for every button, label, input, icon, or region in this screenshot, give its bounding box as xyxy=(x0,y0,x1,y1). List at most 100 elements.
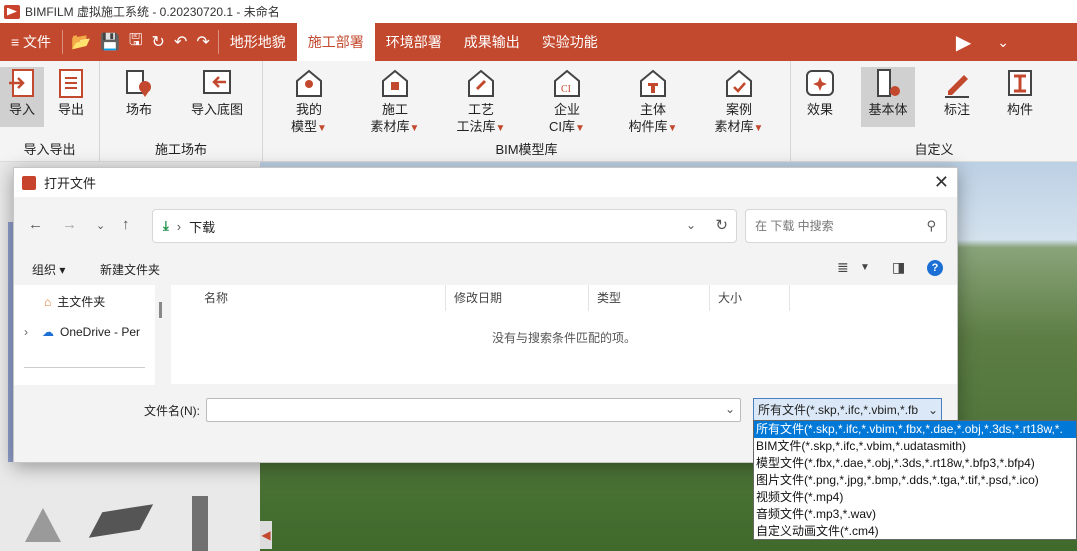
effect-label: 效果 xyxy=(806,102,833,117)
enterprise-ci-line2: CI库 xyxy=(549,119,576,134)
tab-construction-deploy[interactable]: 施工部署 xyxy=(296,23,375,61)
refresh-icon[interactable]: ↻ xyxy=(715,216,728,234)
primitive-shape-icon xyxy=(873,67,903,99)
play-icon[interactable]: ▶ xyxy=(956,30,971,55)
import-label: 导入 xyxy=(8,102,35,117)
my-models-line1: 我的 xyxy=(295,102,322,117)
column-type[interactable]: 类型 xyxy=(589,285,710,311)
annotate-label: 标注 xyxy=(943,102,970,117)
search-box[interactable]: ⚲ xyxy=(745,209,947,243)
close-icon[interactable]: ✕ xyxy=(934,172,949,193)
chevron-down-icon[interactable]: ⌄ xyxy=(997,34,1009,51)
import-basemap-label: 导入底图 xyxy=(190,102,243,117)
site-layout-button[interactable]: 场布 xyxy=(110,67,168,118)
tab-environment[interactable]: 环境部署 xyxy=(375,23,453,61)
preview-pane-icon[interactable]: ◨ xyxy=(892,259,905,276)
component-icon xyxy=(1005,67,1035,99)
address-bar[interactable]: ⤓ › 下载 ⌄ ↻ xyxy=(152,209,737,243)
forward-arrow-icon[interactable]: → xyxy=(62,216,77,233)
construction-material-line2: 素材库 xyxy=(370,119,410,134)
case-material-button[interactable]: 案例 素材库▼ xyxy=(707,67,771,137)
tab-experimental[interactable]: 实验功能 xyxy=(531,23,609,61)
title-bar: BIMFILM 虚拟施工系统 - 0.20230720.1 - 未命名 xyxy=(0,0,1077,23)
back-arrow-icon[interactable]: ← xyxy=(28,216,43,233)
export-button[interactable]: 导出 xyxy=(46,67,96,118)
empty-message: 没有与搜索条件匹配的项。 xyxy=(491,331,636,345)
enterprise-ci-line1: 企业 xyxy=(553,102,580,117)
search-icon[interactable]: ⚲ xyxy=(926,218,936,234)
file-type-option[interactable]: 音频文件(*.mp3,*.wav) xyxy=(754,506,1076,523)
ribbon-group-custom: 效果 基本体 标注 构件 自定义 xyxy=(791,61,1077,162)
craft-method-button[interactable]: 工艺 工法库▼ xyxy=(449,67,513,137)
nav-item-home[interactable]: ⌂ 主文件夹 xyxy=(44,293,105,310)
import-basemap-button[interactable]: 导入底图 xyxy=(182,67,252,118)
breadcrumb-separator-icon: › xyxy=(176,218,182,234)
tab-output[interactable]: 成果输出 xyxy=(453,23,531,61)
ribbon-group-import-export: 导入 导出 导入导出 xyxy=(0,61,100,162)
house-tool-icon xyxy=(466,67,496,99)
file-type-option[interactable]: BIM文件(*.skp,*.ifc,*.vbim,*.udatasmith) xyxy=(754,438,1076,455)
my-models-button[interactable]: 我的 模型▼ xyxy=(280,67,338,137)
effect-button[interactable]: 效果 xyxy=(791,67,849,118)
recent-dropdown-icon[interactable]: ⌄ xyxy=(96,219,105,232)
site-layout-label: 场布 xyxy=(125,102,152,117)
dropdown-arrow-icon: ▼ xyxy=(495,123,506,134)
history-icon[interactable]: ↻ xyxy=(152,32,165,52)
import-button[interactable]: 导入 xyxy=(0,67,44,127)
export-label: 导出 xyxy=(57,102,84,117)
cone-primitive-icon[interactable] xyxy=(25,508,61,542)
help-icon[interactable]: ? xyxy=(927,260,943,276)
filename-input[interactable]: ⌄ xyxy=(206,398,741,422)
view-dropdown-icon[interactable]: ▼ xyxy=(860,262,870,273)
column-name[interactable]: 名称 xyxy=(196,285,446,311)
nav-scrollbar[interactable] xyxy=(159,302,162,318)
save-icon[interactable]: 💾 xyxy=(100,32,120,52)
primitive-button[interactable]: 基本体 xyxy=(861,67,915,127)
house-user-icon xyxy=(294,67,324,99)
navigation-row: ← → ⌄ ↑ ⤓ › 下载 ⌄ ↻ ⚲ xyxy=(14,205,957,245)
quick-access-toolbar: 📂 💾 🖫 ↻ ↶ ↷ xyxy=(62,30,219,54)
file-menu[interactable]: ≡ 文件 xyxy=(0,23,62,61)
column-primitive-icon[interactable] xyxy=(192,496,208,551)
file-type-select[interactable]: 所有文件(*.skp,*.ifc,*.vbim,*.fb ⌄ xyxy=(753,398,942,422)
address-dropdown-icon[interactable]: ⌄ xyxy=(686,218,696,232)
tab-terrain[interactable]: 地形地貌 xyxy=(219,23,297,61)
undo-icon[interactable]: ↶ xyxy=(174,32,187,52)
craft-method-line1: 工艺 xyxy=(467,102,494,117)
file-type-option[interactable]: 模型文件(*.fbx,*.dae,*.obj,*.3ds,*.rt18w,*.b… xyxy=(754,455,1076,472)
chevron-down-icon[interactable]: ⌄ xyxy=(725,402,735,416)
main-component-line1: 主体 xyxy=(639,102,666,117)
main-component-button[interactable]: 主体 构件库▼ xyxy=(621,67,685,137)
dropdown-arrow-icon: ▼ xyxy=(409,123,420,134)
component-button[interactable]: 构件 xyxy=(991,67,1049,118)
annotate-button[interactable]: 标注 xyxy=(928,67,986,118)
file-type-option[interactable]: 图片文件(*.png,*.jpg,*.bmp,*.dds,*.tga,*.tif… xyxy=(754,472,1076,489)
breadcrumb-downloads[interactable]: 下载 xyxy=(189,217,215,236)
group-label-site: 施工场布 xyxy=(154,142,207,157)
new-folder-button[interactable]: 新建文件夹 xyxy=(100,261,160,278)
column-size[interactable]: 大小 xyxy=(710,285,790,311)
save-as-icon[interactable]: 🖫 xyxy=(129,29,143,56)
file-type-option[interactable]: 所有文件(*.skp,*.ifc,*.vbim,*.fbx,*.dae,*.ob… xyxy=(754,421,1076,438)
file-type-option[interactable]: 视频文件(*.mp4) xyxy=(754,489,1076,506)
house-crane-icon xyxy=(380,67,410,99)
file-list[interactable]: 名称 修改日期 类型 大小 没有与搜索条件匹配的项。 xyxy=(171,285,957,384)
search-input[interactable] xyxy=(755,219,915,233)
collapse-panel-icon[interactable]: ◀ xyxy=(260,521,272,549)
menu-right-controls: ▶ ⌄ xyxy=(956,23,1009,61)
redo-icon[interactable]: ↷ xyxy=(196,32,209,52)
up-arrow-icon[interactable]: ↑ xyxy=(122,216,130,233)
group-label-bim-library: BIM模型库 xyxy=(495,142,558,157)
construction-material-line1: 施工 xyxy=(381,102,408,117)
main-component-line2: 构件库 xyxy=(628,119,668,134)
chevron-right-icon[interactable]: › xyxy=(24,325,28,339)
nav-item-onedrive[interactable]: › ☁ OneDrive - Per xyxy=(24,325,140,339)
file-type-option[interactable]: 自定义动画文件(*.cm4) xyxy=(754,523,1076,539)
open-folder-icon[interactable]: 📂 xyxy=(71,32,91,52)
view-list-icon[interactable]: ≣ xyxy=(837,259,849,276)
chevron-down-icon[interactable]: ⌄ xyxy=(925,399,938,421)
organize-button[interactable]: 组织 ▾ xyxy=(32,261,65,278)
enterprise-ci-button[interactable]: CI 企业 CI库▼ xyxy=(535,67,599,137)
column-modified-date[interactable]: 修改日期 xyxy=(446,285,589,311)
construction-material-button[interactable]: 施工 素材库▼ xyxy=(363,67,427,137)
